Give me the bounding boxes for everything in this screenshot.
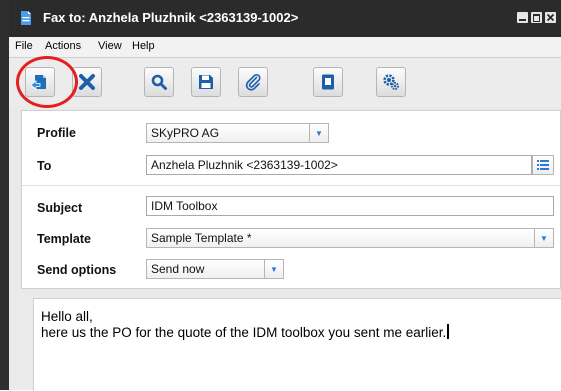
chevron-down-icon: ▼ [540, 233, 548, 243]
send-button-highlight-circle [16, 56, 78, 108]
minimize-icon[interactable] [517, 12, 528, 23]
recipient-list-button[interactable] [532, 155, 554, 175]
chevron-down-icon: ▼ [315, 128, 323, 138]
menu-bar: File Actions View Help [9, 37, 561, 58]
text-cursor [447, 324, 449, 339]
window-title: Fax to: Anzhela Pluzhnik <2363139-1002> [43, 10, 299, 25]
background-window-edge [0, 0, 9, 390]
maximize-icon[interactable] [531, 12, 542, 23]
settings-icon [383, 74, 399, 90]
settings-button[interactable] [376, 67, 406, 97]
menu-help[interactable]: Help [132, 40, 155, 52]
title-bar[interactable]: Fax to: Anzhela Pluzhnik <2363139-1002> [9, 0, 561, 37]
fax-form: Profile SKyPRO AG ▼ To Anzhela Pluzhnik … [21, 110, 561, 289]
address-book-icon [322, 74, 334, 90]
to-label: To [37, 159, 52, 173]
save-icon [199, 75, 213, 89]
profile-label: Profile [37, 126, 76, 140]
send-options-dropdown-arrow[interactable]: ▼ [264, 259, 284, 279]
delete-icon [79, 74, 95, 90]
form-separator [22, 185, 560, 186]
template-dropdown[interactable]: Sample Template * [146, 228, 535, 248]
message-line-1: Hello all, [41, 309, 93, 324]
profile-dropdown[interactable]: SKyPRO AG [146, 123, 310, 143]
message-body-text[interactable]: Hello all, here us the PO for the quote … [41, 309, 449, 340]
send-options-label: Send options [37, 263, 117, 277]
search-icon [151, 74, 167, 90]
subject-label: Subject [37, 201, 83, 215]
profile-dropdown-arrow[interactable]: ▼ [309, 123, 329, 143]
template-label: Template [37, 232, 91, 246]
toolbar [9, 58, 561, 106]
search-button[interactable] [144, 67, 174, 97]
template-dropdown-arrow[interactable]: ▼ [534, 228, 554, 248]
attach-icon [245, 74, 261, 91]
address-book-button[interactable] [313, 67, 343, 97]
menu-file[interactable]: File [15, 40, 33, 52]
menu-actions[interactable]: Actions [45, 40, 81, 52]
fax-document-icon [21, 11, 31, 25]
close-icon[interactable] [545, 12, 556, 23]
save-button[interactable] [191, 67, 221, 97]
list-icon [537, 160, 549, 170]
to-field[interactable]: Anzhela Pluzhnik <2363139-1002> [146, 155, 532, 175]
chevron-down-icon: ▼ [270, 264, 278, 274]
subject-field[interactable]: IDM Toolbox [146, 196, 554, 216]
message-body-editor[interactable]: Hello all, here us the PO for the quote … [33, 298, 561, 391]
send-options-dropdown[interactable]: Send now [146, 259, 265, 279]
message-line-2: here us the PO for the quote of the IDM … [41, 325, 447, 340]
menu-view[interactable]: View [98, 40, 122, 52]
attach-button[interactable] [238, 67, 268, 97]
fax-window: Fax to: Anzhela Pluzhnik <2363139-1002> … [9, 0, 561, 391]
